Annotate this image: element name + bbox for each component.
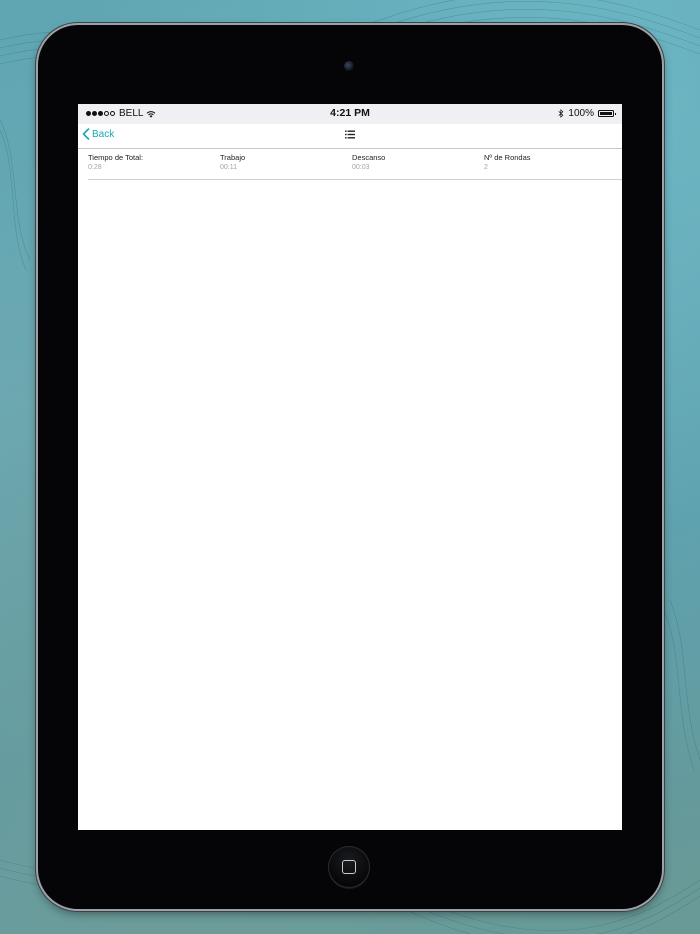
home-square-icon — [342, 860, 356, 874]
status-bar: BELL 4:21 PM 100% — [78, 104, 622, 124]
summary-value: 00:11 — [220, 164, 237, 171]
front-camera — [344, 61, 354, 71]
navigation-bar: Back — [78, 124, 622, 149]
summary-total-time: Tiempo de Total: 0:28 — [88, 153, 218, 173]
summary-value: 0:28 — [88, 164, 102, 171]
workout-summary-row: Tiempo de Total: 0:28 Trabajo 00:11 Desc… — [88, 150, 622, 180]
summary-work-time: Trabajo 00:11 — [220, 153, 350, 173]
summary-label: Nº de Rondas — [484, 153, 531, 162]
summary-rounds: Nº de Rondas 2 — [484, 153, 614, 173]
summary-label: Descanso — [352, 153, 386, 162]
battery-icon — [598, 110, 616, 117]
back-button[interactable]: Back — [82, 128, 114, 140]
home-button[interactable] — [328, 846, 370, 888]
summary-label: Trabajo — [220, 153, 246, 162]
chevron-left-icon — [82, 128, 90, 140]
back-button-label: Back — [92, 128, 115, 140]
bluetooth-icon — [558, 109, 564, 118]
summary-value: 2 — [484, 164, 488, 171]
battery-percentage: 100% — [568, 108, 594, 119]
summary-rest-time: Descanso 00:03 — [352, 153, 482, 173]
summary-label: Tiempo de Total: — [88, 153, 144, 162]
app-screen: BELL 4:21 PM 100% Back Tiempo de Total: … — [78, 104, 622, 830]
list-icon[interactable] — [345, 130, 355, 139]
status-right-group: 100% — [558, 108, 616, 119]
summary-value: 00:03 — [352, 164, 370, 171]
status-time: 4:21 PM — [330, 107, 370, 119]
ipad-device-frame: BELL 4:21 PM 100% Back Tiempo de Total: … — [38, 25, 662, 909]
